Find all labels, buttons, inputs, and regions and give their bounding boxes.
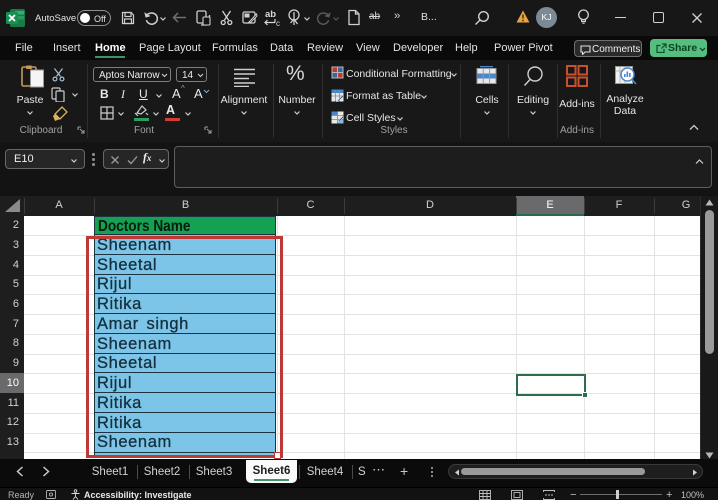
svg-text:c: c	[276, 19, 280, 27]
